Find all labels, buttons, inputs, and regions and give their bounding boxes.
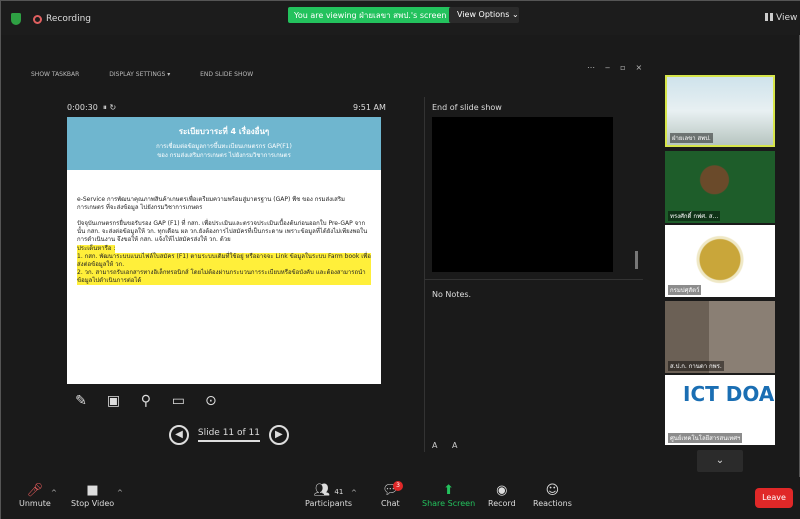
share-screen-icon: ⬆ [443, 483, 455, 498]
pen-icon[interactable]: ✎ [67, 393, 95, 409]
zoom-window: Recording You are viewing ฝ่ายเลขา สพป.'… [0, 0, 800, 519]
presentation-timer: 0:00:30 ⏸ ↻ [67, 103, 117, 112]
next-slide-button[interactable]: ▶ [268, 425, 289, 445]
slide-navigation: ◀ Slide 11 of 11 ▶ [169, 425, 289, 445]
scrollbar[interactable] [635, 251, 638, 269]
clock: 9:51 AM [353, 103, 386, 112]
video-camera-icon: ■ [86, 483, 99, 498]
view-options-button[interactable]: View Options ⌄ [449, 7, 519, 23]
record-button[interactable]: ◉ Record [488, 483, 516, 508]
display-settings-button[interactable]: DISPLAY SETTINGS ▾ [109, 71, 170, 78]
end-slide-show-button[interactable]: END SLIDE SHOW [200, 71, 253, 78]
slide-highlight: 2. วก. สามารถรับเอกสารทางอิเล็กทรอนิกส์ … [77, 269, 371, 285]
recording-label: Recording [46, 14, 92, 24]
participants-caret[interactable]: ^ [351, 489, 357, 497]
slide-title: ระเบียบวาระที่ 4 เรื่องอื่นๆ [178, 127, 270, 136]
slide-tools: ✎ ▣ ⚲ ▭ ⊙ [67, 393, 225, 409]
view-button[interactable]: View [765, 13, 797, 23]
viewing-banner: You are viewing ฝ่ายเลขา สพป.'s screen [288, 7, 453, 23]
participants-icon: 👥︎ 41 [313, 483, 344, 498]
participants-button[interactable]: 👥︎ 41 Participants [305, 483, 352, 508]
reactions-icon: ☺ [545, 483, 560, 498]
record-icon: ◉ [496, 483, 508, 498]
show-taskbar-button[interactable]: SHOW TASKBAR [31, 71, 79, 78]
slide-highlight: 1. กสก. พัฒนาระบบแนบไฟล์ใบสมัคร (F1) ตาม… [77, 253, 371, 269]
see-all-slides-icon[interactable]: ▣ [99, 393, 127, 409]
presenter-toolbar: SHOW TASKBAR DISPLAY SETTINGS ▾ END SLID… [31, 71, 281, 78]
slide-subtitle: การเชื่อมต่อข้อมูลการขึ้นทะเบียนเกษตรกร … [156, 143, 292, 159]
video-options-caret[interactable]: ^ [117, 489, 123, 497]
security-shield-icon[interactable] [11, 13, 21, 25]
participant-video[interactable]: ทรงศักดิ์ กฟศ. ส... [665, 151, 775, 223]
screen-icon[interactable]: ▭ [164, 393, 192, 409]
speaker-notes: No Notes. [432, 290, 472, 299]
more-options-icon[interactable]: ⊙ [197, 393, 225, 409]
participant-video[interactable]: ส.ป.ก. กานดา กพร. [665, 301, 775, 373]
slide-header: ระเบียบวาระที่ 4 เรื่องอื่นๆ การเชื่อมต่… [67, 117, 381, 170]
increase-font-button[interactable]: A [432, 441, 443, 450]
audio-options-caret[interactable]: ^ [51, 489, 57, 497]
window-controls[interactable]: ⋯‒▫× [587, 63, 652, 72]
slide-highlight: ประเด็นหารือ : [77, 245, 116, 253]
ict-logo: ICT DOA [683, 382, 775, 406]
chat-badge: 3 [393, 481, 403, 491]
leave-button[interactable]: Leave [755, 488, 793, 508]
unmute-button[interactable]: 🎤︎ Unmute [19, 483, 51, 508]
slide-paragraph: e-Service การพัฒนาคุณภาพสินค้าเกษตรเพื่อ… [77, 196, 345, 211]
participant-video[interactable]: ICT DOA ศูนย์เทคโนโลยีสารสนเทศฯ [665, 375, 775, 445]
previous-slide-button[interactable]: ◀ [169, 425, 189, 445]
current-slide: ระเบียบวาระที่ 4 เรื่องอื่นๆ การเชื่อมต่… [67, 117, 381, 384]
grid-icon [765, 13, 773, 21]
next-slide-preview [432, 117, 613, 272]
slide-counter: Slide 11 of 11 [197, 428, 261, 442]
view-label: View [776, 13, 798, 23]
decrease-font-button[interactable]: A [452, 441, 463, 450]
zoom-icon[interactable]: ⚲ [132, 393, 160, 409]
chevron-down-icon[interactable]: ⌄ [697, 450, 743, 472]
recording-icon [33, 15, 42, 24]
participant-video[interactable]: กรมปศุสัตว์ [665, 225, 775, 297]
share-screen-button[interactable]: ⬆ Share Screen [422, 483, 475, 508]
stop-video-button[interactable]: ■ Stop Video [71, 483, 114, 508]
notes-divider[interactable] [425, 279, 643, 280]
slide-paragraph: ปัจจุบันเกษตรกรยื่นขอรับรอง GAP (F1) ที่… [77, 220, 368, 243]
top-bar: Recording You are viewing ฝ่ายเลขา สพป.'… [1, 1, 800, 35]
font-size-controls: A A [432, 441, 464, 450]
pane-divider[interactable] [424, 97, 425, 452]
slide-body: e-Service การพัฒนาคุณภาพสินค้าเกษตรเพื่อ… [67, 170, 381, 285]
reactions-button[interactable]: ☺ Reactions [533, 483, 572, 508]
participant-video[interactable]: ฝ่ายเลขา สพป. [665, 75, 775, 147]
next-slide-label: End of slide show [432, 103, 502, 112]
microphone-muted-icon: 🎤︎ [26, 483, 44, 498]
